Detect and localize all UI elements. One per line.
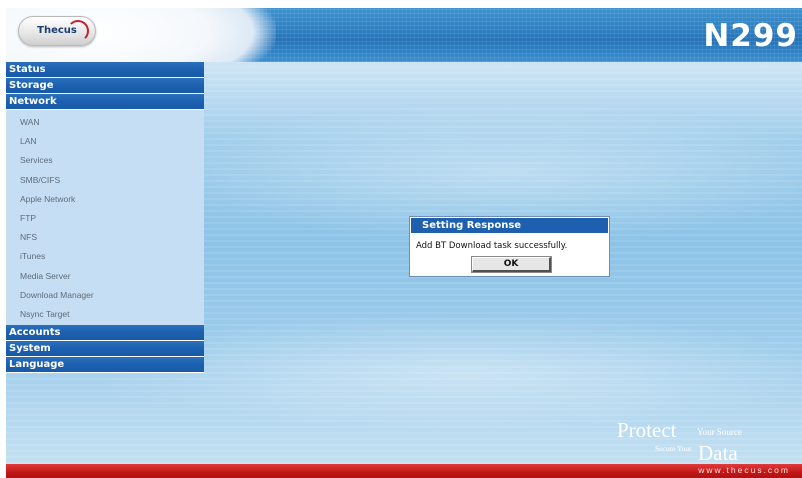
footer-url: www.thecus.com	[698, 465, 790, 475]
app-window: Thecus N299 Status Storage Network WAN L…	[0, 0, 802, 478]
menu-item-media-server[interactable]: Media Server	[6, 267, 204, 286]
menu-item-lan[interactable]: LAN	[6, 132, 204, 151]
menu-item-itunes[interactable]: iTunes	[6, 247, 204, 266]
menu-category-system[interactable]: System	[6, 341, 204, 358]
menu-item-nfs[interactable]: NFS	[6, 228, 204, 247]
setting-response-dialog: Setting Response Add BT Download task su…	[409, 216, 610, 277]
header-banner: Thecus N299	[6, 8, 802, 62]
slogan-secure-your: Secure Your	[655, 444, 692, 453]
sidebar-menu: Status Storage Network WAN LAN Services …	[6, 62, 204, 374]
menu-category-storage[interactable]: Storage	[6, 78, 204, 94]
menu-item-wan[interactable]: WAN	[6, 113, 204, 132]
logo-ring-icon	[67, 20, 89, 42]
menu-category-accounts[interactable]: Accounts	[6, 325, 204, 342]
dialog-message: Add BT Download task successfully.	[416, 241, 568, 251]
menu-item-services[interactable]: Services	[6, 151, 204, 170]
menu-category-language[interactable]: Language	[6, 357, 204, 374]
slogan-data: Data	[698, 441, 738, 465]
menu-category-status[interactable]: Status	[6, 62, 204, 78]
model-name: N299	[703, 18, 798, 54]
network-submenu: WAN LAN Services SMB/CIFS Apple Network …	[6, 110, 204, 326]
menu-item-smb-cifs[interactable]: SMB/CIFS	[6, 171, 204, 190]
menu-category-network[interactable]: Network	[6, 94, 204, 110]
dialog-title: Setting Response	[411, 218, 608, 233]
slogan-your-source: Your Source	[697, 427, 742, 437]
slogan-protect: Protect	[617, 418, 677, 442]
menu-item-download-manager[interactable]: Download Manager	[6, 286, 204, 305]
menu-item-ftp[interactable]: FTP	[6, 209, 204, 228]
menu-item-apple-network[interactable]: Apple Network	[6, 190, 204, 209]
footer-bar: www.thecus.com	[6, 464, 802, 478]
ok-button[interactable]: OK	[471, 256, 552, 273]
menu-item-nsync-target[interactable]: Nsync Target	[6, 305, 204, 324]
thecus-logo: Thecus	[18, 16, 96, 46]
